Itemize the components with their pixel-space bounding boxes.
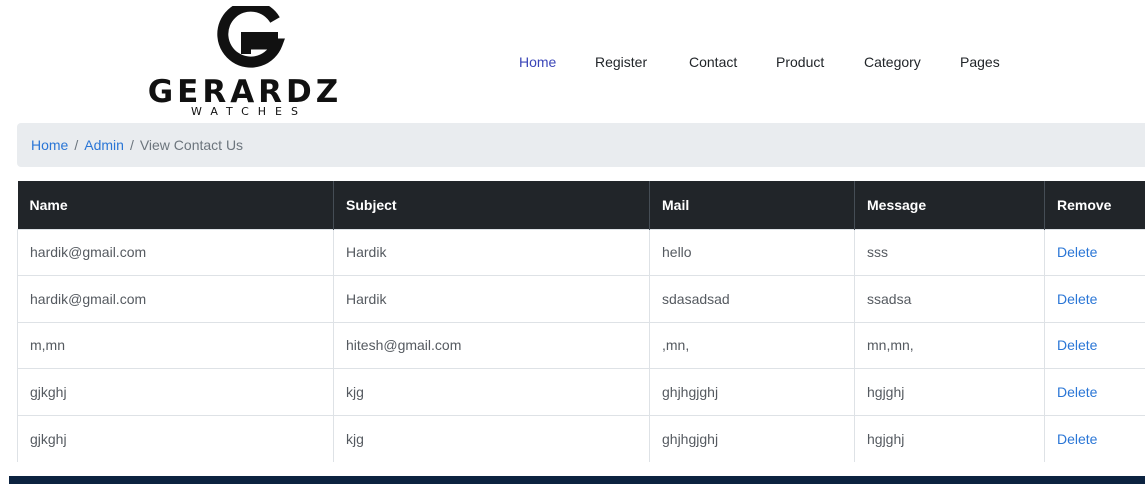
breadcrumb-home[interactable]: Home [31,137,68,153]
nav-item-pages[interactable]: Pages [960,54,1000,70]
cell-remove: Delete [1044,321,1145,369]
cell-subject: kjg [333,368,650,415]
main-nav: Home Register Contact Product Category P… [0,54,1145,70]
cell-mail: ,mn, [649,321,855,369]
cell-message: mn,mn, [854,321,1045,369]
nav-item-contact[interactable]: Contact [689,54,737,70]
contact-table: Name Subject Mail Message Remove hardik@… [17,181,1145,462]
column-header-name: Name [17,181,334,229]
cell-mail: ghjhgjghj [649,414,855,462]
delete-link[interactable]: Delete [1057,431,1097,447]
cell-remove: Delete [1044,228,1145,276]
nav-item-product[interactable]: Product [776,54,824,70]
breadcrumb-admin[interactable]: Admin [84,137,124,153]
column-header-subject: Subject [333,181,650,229]
breadcrumb: Home / Admin / View Contact Us [17,123,1145,167]
cell-name: hardik@gmail.com [17,275,334,322]
cell-remove: Delete [1044,275,1145,322]
breadcrumb-separator: / [129,137,134,153]
site-header: GERARDZ WATCHES Home Register Contact Pr… [0,0,1145,122]
delete-link[interactable]: Delete [1057,337,1097,353]
delete-link[interactable]: Delete [1057,291,1097,307]
site-footer [9,476,1145,484]
breadcrumb-current: View Contact Us [139,137,244,153]
cell-subject: kjg [333,414,650,462]
cell-mail: sdasadsad [649,275,855,322]
cell-name: gjkghj [17,368,334,415]
cell-message: ssadsa [854,275,1045,322]
cell-remove: Delete [1044,414,1145,462]
column-header-mail: Mail [649,181,855,229]
cell-name: m,mn [17,321,334,369]
cell-subject: Hardik [333,275,650,322]
cell-message: hgjghj [854,368,1045,415]
cell-mail: ghjhgjghj [649,368,855,415]
table-header-row: Name Subject Mail Message Remove [17,181,1145,229]
nav-item-category[interactable]: Category [864,54,921,70]
cell-message: hgjghj [854,414,1045,462]
brand-tagline: WATCHES [191,105,307,118]
cell-subject: Hardik [333,228,650,276]
nav-item-register[interactable]: Register [595,54,647,70]
delete-link[interactable]: Delete [1057,384,1097,400]
table-row: hardik@gmail.com Hardik hello sss Delete [17,228,1145,276]
cell-name: hardik@gmail.com [17,228,334,276]
table-row: hardik@gmail.com Hardik sdasadsad ssadsa… [17,275,1145,322]
cell-message: sss [854,228,1045,276]
nav-item-home[interactable]: Home [519,54,556,70]
cell-remove: Delete [1044,368,1145,415]
column-header-remove: Remove [1044,181,1145,229]
cell-name: gjkghj [17,414,334,462]
table-row: gjkghj kjg ghjhgjghj hgjghj Delete [17,414,1145,462]
table-row: m,mn hitesh@gmail.com ,mn, mn,mn, Delete [17,321,1145,369]
breadcrumb-separator: / [74,137,79,153]
cell-subject: hitesh@gmail.com [333,321,650,369]
table-row: gjkghj kjg ghjhgjghj hgjghj Delete [17,368,1145,415]
column-header-message: Message [854,181,1045,229]
cell-mail: hello [649,228,855,276]
delete-link[interactable]: Delete [1057,244,1097,260]
